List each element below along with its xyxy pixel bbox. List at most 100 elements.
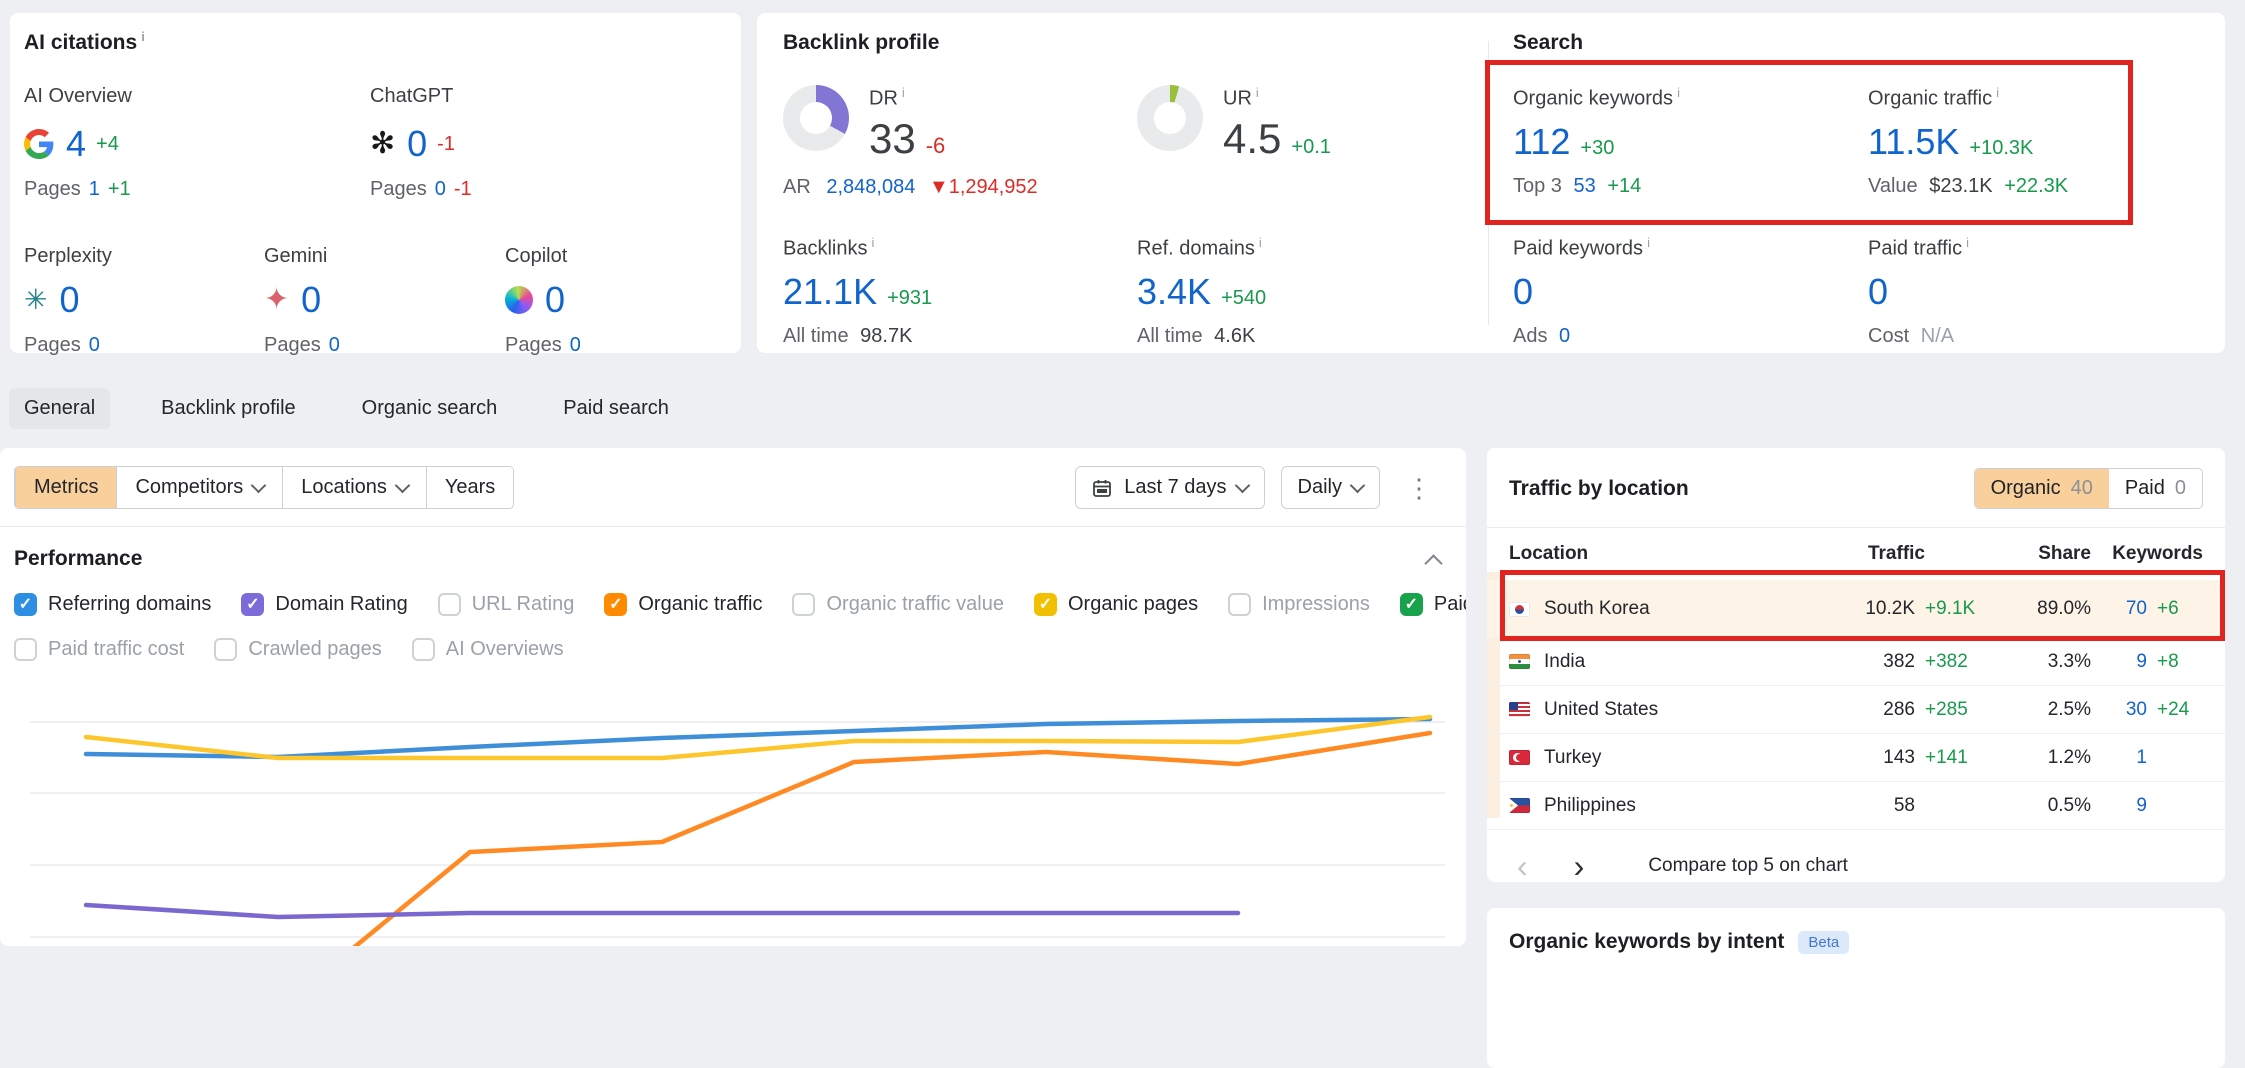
info-icon[interactable]: i bbox=[1647, 235, 1650, 250]
info-icon[interactable]: i bbox=[141, 29, 145, 44]
filter-button[interactable]: Competitors bbox=[116, 467, 282, 508]
paid-toggle-label: Paid bbox=[2125, 477, 2165, 500]
organic-keywords-delta: +30 bbox=[1580, 137, 1614, 159]
checkbox-box: ✓ bbox=[412, 638, 435, 661]
kebab-menu-icon[interactable]: ⋮ bbox=[1396, 475, 1442, 501]
metric-checkbox[interactable]: ✓ Crawled pages bbox=[214, 638, 381, 661]
checkbox-label: Referring domains bbox=[48, 593, 211, 616]
metric-checkbox[interactable]: ✓ Impressions bbox=[1228, 593, 1370, 616]
metric-checkbox[interactable]: ✓ Organic traffic value bbox=[792, 593, 1004, 616]
pages-value[interactable]: 0 bbox=[89, 334, 100, 356]
country-flag-icon bbox=[1509, 654, 1530, 669]
organic-toggle[interactable]: Organic 40 bbox=[1975, 469, 2109, 508]
traffic-by-location-title: Traffic by location bbox=[1509, 477, 1689, 501]
collapse-chevron-icon[interactable] bbox=[1424, 554, 1442, 572]
metric-checkbox[interactable]: ✓ Referring domains bbox=[14, 593, 211, 616]
paid-keywords-value[interactable]: 0 bbox=[1513, 271, 1533, 312]
keywords-value[interactable]: 1 bbox=[2091, 747, 2147, 769]
metric-checkbox[interactable]: ✓ Organic pages bbox=[1034, 593, 1198, 616]
pages-value[interactable]: 0 bbox=[435, 178, 446, 200]
metric-checkbox[interactable]: ✓ Domain Rating bbox=[241, 593, 407, 616]
ref-domains-value[interactable]: 3.4K bbox=[1137, 271, 1211, 312]
ur-label: UR bbox=[1223, 88, 1252, 110]
checkbox-box: ✓ bbox=[792, 593, 815, 616]
tab[interactable]: General bbox=[9, 388, 110, 429]
keywords-value[interactable]: 30 bbox=[2091, 699, 2147, 721]
metric-checkbox[interactable]: ✓ Paid traffic cost bbox=[14, 638, 184, 661]
compare-top5-link[interactable]: Compare top 5 on chart bbox=[1648, 855, 1848, 877]
table-row[interactable]: South Korea 10.2K+9.1K 89.0% 70+6 bbox=[1487, 580, 2225, 638]
performance-title: Performance bbox=[14, 547, 142, 571]
prev-page-icon[interactable]: ‹ bbox=[1509, 850, 1536, 882]
country-name: India bbox=[1544, 651, 1585, 673]
checkbox-label: Crawled pages bbox=[248, 638, 381, 661]
filter-button[interactable]: Locations bbox=[282, 467, 426, 508]
table-row[interactable]: Philippines 58 0.5% 9 bbox=[1487, 782, 2225, 830]
tab[interactable]: Backlink profile bbox=[146, 388, 311, 429]
perplexity-icon: ✳ bbox=[24, 285, 47, 315]
metric-checkbox-row: ✓ Paid traffic cost ✓ Crawled pages ✓ AI… bbox=[14, 638, 1466, 661]
column-location[interactable]: Location bbox=[1509, 543, 1859, 565]
backlink-profile-title-text: Backlink profile bbox=[783, 31, 939, 54]
paid-traffic-value[interactable]: 0 bbox=[1868, 271, 1888, 312]
info-icon[interactable]: i bbox=[1966, 235, 1969, 250]
info-icon[interactable]: i bbox=[871, 235, 874, 250]
organic-keywords-value[interactable]: 112 bbox=[1513, 121, 1570, 162]
checkbox-label: URL Rating bbox=[472, 593, 575, 616]
organic-traffic-value[interactable]: 11.5K bbox=[1868, 121, 1959, 162]
ref-domains-delta: +540 bbox=[1221, 287, 1266, 309]
table-row[interactable]: India 382+382 3.3% 9+8 bbox=[1487, 638, 2225, 686]
column-share[interactable]: Share bbox=[1991, 543, 2091, 565]
table-row[interactable]: United States 286+285 2.5% 30+24 bbox=[1487, 686, 2225, 734]
keywords-value[interactable]: 9 bbox=[2091, 795, 2147, 817]
info-icon[interactable]: i bbox=[1259, 235, 1262, 250]
metric-checkbox[interactable]: ✓ AI Overviews bbox=[412, 638, 564, 661]
ads-value[interactable]: 0 bbox=[1559, 325, 1570, 347]
column-keywords[interactable]: Keywords bbox=[2091, 543, 2203, 565]
metric-checkbox[interactable]: ✓ Paid traffic bbox=[1400, 593, 1466, 616]
next-page-icon[interactable]: › bbox=[1566, 850, 1593, 882]
top3-delta: +14 bbox=[1607, 175, 1641, 197]
checkbox-box: ✓ bbox=[438, 593, 461, 616]
info-icon[interactable]: i bbox=[1677, 85, 1680, 100]
ar-value[interactable]: 2,848,084 bbox=[826, 176, 915, 198]
column-traffic[interactable]: Traffic bbox=[1859, 543, 1991, 565]
dr-delta: -6 bbox=[926, 133, 946, 158]
check-icon: ✓ bbox=[19, 597, 32, 613]
pages-label: Pages bbox=[24, 334, 81, 356]
granularity-button[interactable]: Daily bbox=[1281, 466, 1380, 509]
keywords-value[interactable]: 9 bbox=[2091, 651, 2147, 673]
paid-toggle[interactable]: Paid 0 bbox=[2109, 469, 2202, 508]
top3-value[interactable]: 53 bbox=[1574, 175, 1596, 197]
traffic-delta: +382 bbox=[1925, 651, 1991, 673]
info-icon[interactable]: i bbox=[1996, 85, 1999, 100]
country-flag-icon bbox=[1509, 702, 1530, 717]
gemini-block: Gemini ✦ 0 Pages0 bbox=[264, 245, 505, 357]
pages-value[interactable]: 1 bbox=[89, 178, 100, 200]
info-icon[interactable]: i bbox=[902, 85, 905, 100]
tab[interactable]: Organic search bbox=[347, 388, 513, 429]
organic-toggle-label: Organic bbox=[1991, 477, 2061, 500]
keywords-value[interactable]: 70 bbox=[2091, 598, 2147, 620]
traffic-delta: +285 bbox=[1925, 699, 1991, 721]
ai-citations-title: AI citationsi bbox=[24, 29, 741, 55]
info-icon[interactable]: i bbox=[1256, 85, 1259, 100]
tab[interactable]: Paid search bbox=[548, 388, 684, 429]
pages-value[interactable]: 0 bbox=[570, 334, 581, 356]
paid-traffic-label: Paid traffic bbox=[1868, 238, 1962, 260]
backlinks-value[interactable]: 21.1K bbox=[783, 271, 877, 312]
granularity-label: Daily bbox=[1298, 476, 1342, 499]
filter-button[interactable]: Years bbox=[426, 467, 513, 508]
date-range-button[interactable]: Last 7 days bbox=[1075, 466, 1264, 509]
metric-checkbox[interactable]: ✓ Organic traffic bbox=[604, 593, 762, 616]
filter-button[interactable]: Metrics bbox=[15, 467, 116, 508]
gemini-label: Gemini bbox=[264, 245, 505, 268]
metric-checkbox[interactable]: ✓ URL Rating bbox=[438, 593, 575, 616]
table-row[interactable]: Turkey 143+141 1.2% 1 bbox=[1487, 734, 2225, 782]
top3-label: Top 3 bbox=[1513, 175, 1562, 197]
checkbox-label: Impressions bbox=[1262, 593, 1370, 616]
metric-checkbox-row: ✓ Referring domains ✓ Domain Rating ✓ UR… bbox=[14, 593, 1466, 616]
pages-value[interactable]: 0 bbox=[329, 334, 340, 356]
value-amount: $23.1K bbox=[1929, 175, 1992, 197]
cost-value: N/A bbox=[1921, 325, 1954, 347]
